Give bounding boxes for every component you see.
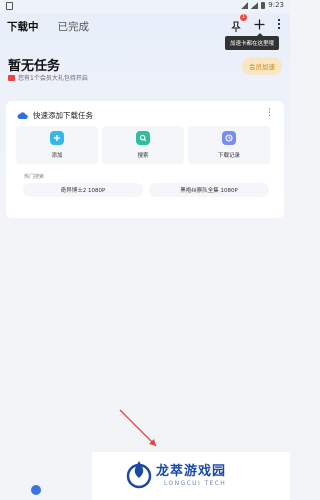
more-vertical-icon[interactable] <box>277 18 281 30</box>
watermark-logo-icon <box>126 461 152 489</box>
hot-search-list: 奇异博士2 1080P 黑袍纠察队全集 1080P <box>23 183 269 197</box>
tab-completed[interactable]: 已完成 <box>58 19 90 34</box>
download-history-tile[interactable]: 下载记录 <box>188 126 270 164</box>
quick-add-header: 快速添加下载任务 <box>17 110 93 121</box>
bottom-nav-icon[interactable] <box>31 485 41 495</box>
search-label: 搜索 <box>137 153 149 159</box>
vip-gift-notice[interactable]: 您有1个会员大礼包待开启 <box>8 73 88 82</box>
watermark-text: 龙萃游戏园 <box>156 464 227 479</box>
add-task-label: 添加 <box>51 153 63 159</box>
cloud-icon <box>17 112 28 119</box>
hot-search-chip[interactable]: 黑袍纠察队全集 1080P <box>149 183 269 197</box>
accelerator-tooltip: 加速卡都在这里哦 <box>224 33 279 50</box>
add-icon[interactable] <box>254 19 265 30</box>
signal-icon <box>251 1 259 9</box>
battery-icon <box>261 1 266 9</box>
vip-gift-text: 您有1个会员大礼包待开启 <box>18 75 88 82</box>
vip-accelerate-button[interactable]: 会员加速 <box>242 57 282 75</box>
notification-status-icon <box>6 2 13 10</box>
status-bar: 9:23 <box>0 0 290 13</box>
hot-search-chip[interactable]: 奇异博士2 1080P <box>23 183 143 197</box>
watermark-subtext: LONGCUI TECH <box>164 480 227 487</box>
tab-bar: 下载中 已完成 <box>7 19 89 34</box>
pin-button[interactable]: 1 <box>230 14 247 32</box>
wifi-icon <box>241 1 249 9</box>
plus-icon <box>50 131 64 145</box>
gift-icon <box>8 74 15 81</box>
watermark: 龙萃游戏园 LONGCUI TECH <box>92 452 290 500</box>
top-actions: 1 <box>230 14 281 32</box>
page-title: 暂无任务 <box>8 59 61 74</box>
add-task-tile[interactable]: 添加 <box>16 126 98 164</box>
hot-search-label: 热门搜索 <box>24 174 45 180</box>
card-more-button[interactable]: ⋮ <box>265 108 274 118</box>
download-history-label: 下载记录 <box>217 153 240 159</box>
status-time: 9:23 <box>268 1 284 9</box>
pin-icon <box>231 21 241 32</box>
quick-add-title: 快速添加下载任务 <box>33 111 93 120</box>
quick-add-card: 快速添加下载任务 ⋮ 添加 搜索 下载记录 热门搜索 奇异博士2 1080P 黑… <box>6 101 284 218</box>
notification-badge: 1 <box>240 14 247 21</box>
clock-icon <box>222 131 236 145</box>
status-right: 9:23 <box>241 1 284 9</box>
search-icon <box>136 131 150 145</box>
tab-downloading[interactable]: 下载中 <box>7 19 39 34</box>
quick-actions: 添加 搜索 下载记录 <box>16 126 270 164</box>
arrow-annotation <box>119 409 157 447</box>
search-tile[interactable]: 搜索 <box>102 126 184 164</box>
